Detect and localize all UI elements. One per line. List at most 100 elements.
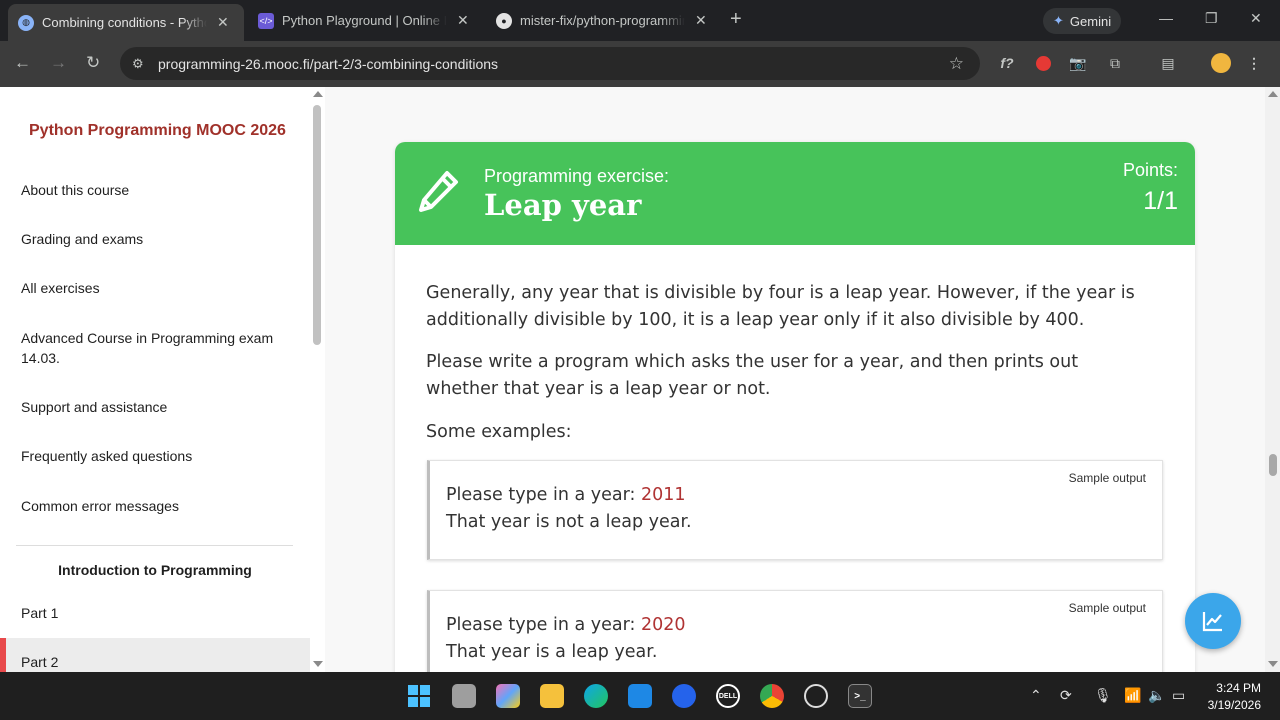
close-icon[interactable]: ✕ bbox=[695, 12, 707, 29]
sample-input: 2011 bbox=[641, 485, 686, 505]
gemini-label: Gemini bbox=[1069, 13, 1112, 29]
more-menu-icon[interactable]: ⋮ bbox=[1244, 53, 1264, 73]
close-icon[interactable]: ✕ bbox=[457, 12, 469, 29]
url-text[interactable]: programming-26.mooc.fi/part-2/3-combinin… bbox=[158, 56, 498, 72]
sample-input: 2020 bbox=[641, 615, 686, 635]
pencil-icon bbox=[419, 171, 458, 212]
progress-chart-button[interactable] bbox=[1185, 593, 1241, 649]
exercise-title: Leap year bbox=[484, 188, 642, 222]
tab-title: Combining conditions - Python bbox=[42, 15, 207, 30]
windows-taskbar: DELL >_ ⌃ ⟳ 🎙 📶 🔈 ▭ 3:24 PM 3/19/2026 bbox=[0, 672, 1280, 720]
scrollbar-thumb[interactable] bbox=[313, 105, 321, 345]
bookmark-star-icon[interactable]: ☆ bbox=[949, 54, 964, 74]
sample-prompt: Please type in a year: bbox=[446, 485, 642, 505]
restore-icon[interactable]: ❐ bbox=[1205, 10, 1218, 27]
extensions-puzzle-icon[interactable]: ⧉ bbox=[1105, 53, 1125, 73]
exercise-description: Generally, any year that is divisible by… bbox=[426, 283, 1135, 330]
sample-output-box: Sample output Please type in a year: 202… bbox=[427, 590, 1163, 672]
volume-icon[interactable]: 🔈 bbox=[1148, 687, 1165, 704]
file-explorer-icon[interactable] bbox=[540, 684, 564, 708]
close-icon[interactable]: ✕ bbox=[217, 14, 229, 31]
github-icon: ● bbox=[496, 12, 512, 29]
exercise-type-label: Programming exercise: bbox=[484, 166, 670, 186]
camera-icon[interactable]: 📷 bbox=[1068, 53, 1088, 73]
obs-icon[interactable] bbox=[804, 684, 828, 708]
scroll-up-icon[interactable] bbox=[1268, 91, 1278, 97]
back-icon[interactable]: ← bbox=[14, 53, 31, 73]
scroll-up-icon[interactable] bbox=[313, 91, 323, 97]
scroll-down-icon[interactable] bbox=[1268, 661, 1278, 667]
globe-icon: ◍ bbox=[18, 14, 34, 31]
sidebar-item-part-2[interactable]: Part 2 bbox=[21, 652, 291, 672]
sample-prompt: Please type in a year: bbox=[446, 615, 642, 635]
sidebar-course-title[interactable]: Python Programming MOOC 2026 bbox=[29, 122, 286, 140]
wifi-icon[interactable]: 📶 bbox=[1124, 687, 1141, 704]
code-icon: </> bbox=[258, 12, 274, 29]
new-tab-button[interactable]: + bbox=[730, 8, 742, 31]
sidebar-item-common-errors[interactable]: Common error messages bbox=[21, 496, 291, 516]
sidebar-item-all-exercises[interactable]: All exercises bbox=[21, 278, 291, 298]
profile-avatar[interactable] bbox=[1211, 53, 1231, 73]
browser-toolbar: ← → ↻ ⚙ programming-26.mooc.fi/part-2/3-… bbox=[0, 41, 1280, 87]
sample-prompt-line: Please type in a year: 2011 bbox=[446, 485, 686, 505]
record-extension-icon[interactable] bbox=[1033, 53, 1053, 73]
forward-icon[interactable]: → bbox=[50, 53, 67, 73]
battery-icon[interactable]: ▭ bbox=[1172, 687, 1185, 704]
microphone-icon[interactable]: 🎙 bbox=[1094, 687, 1112, 704]
sidebar-item-about[interactable]: About this course bbox=[21, 180, 291, 200]
sample-result: That year is a leap year. bbox=[446, 642, 658, 662]
scrollbar-thumb[interactable] bbox=[1269, 454, 1277, 476]
sample-output-label: Sample output bbox=[1068, 471, 1146, 485]
minimize-icon[interactable]: — bbox=[1159, 10, 1173, 26]
sidebar-item-support[interactable]: Support and assistance bbox=[21, 397, 291, 417]
sidebar-divider bbox=[16, 545, 293, 546]
formula-extension-icon[interactable]: f? bbox=[997, 53, 1017, 73]
copilot-icon[interactable] bbox=[496, 684, 520, 708]
scroll-down-icon[interactable] bbox=[313, 661, 323, 667]
browser-tab-python-playground[interactable]: </> Python Playground | Online IDE ✕ bbox=[248, 5, 484, 36]
dell-icon[interactable]: DELL bbox=[716, 684, 740, 708]
sidebar-section-title: Introduction to Programming bbox=[58, 562, 252, 578]
page-viewport: Python Programming MOOC 2026 About this … bbox=[0, 87, 1280, 672]
tray-overflow-chevron-icon[interactable]: ⌃ bbox=[1030, 687, 1042, 704]
exercise-header: Programming exercise: Leap year Points: … bbox=[395, 142, 1195, 245]
task-view-icon[interactable] bbox=[452, 684, 476, 708]
sidebar-item-faq[interactable]: Frequently asked questions bbox=[21, 446, 291, 466]
sidebar-active-indicator bbox=[0, 638, 6, 672]
firefox-icon[interactable] bbox=[672, 684, 696, 708]
browser-tab-combining-conditions[interactable]: ◍ Combining conditions - Python ✕ bbox=[8, 4, 244, 41]
exercise-card: Programming exercise: Leap year Points: … bbox=[395, 142, 1195, 672]
sidebar-item-part-1[interactable]: Part 1 bbox=[21, 603, 291, 623]
address-bar[interactable]: ⚙ programming-26.mooc.fi/part-2/3-combin… bbox=[120, 47, 980, 80]
examples-heading: Some examples: bbox=[426, 422, 572, 442]
course-sidebar: Python Programming MOOC 2026 About this … bbox=[0, 87, 310, 672]
edge-icon[interactable] bbox=[584, 684, 608, 708]
dell-label: DELL bbox=[718, 692, 738, 700]
gemini-sparkle-icon: ✦ bbox=[1053, 13, 1064, 28]
sidebar-scrollbar[interactable] bbox=[310, 87, 325, 672]
browser-tab-github[interactable]: ● mister-fix/python-programming ✕ bbox=[486, 5, 722, 36]
exercise-instructions: Please write a program which asks the us… bbox=[426, 352, 1079, 399]
terminal-icon[interactable]: >_ bbox=[848, 684, 872, 708]
reload-icon[interactable]: ↻ bbox=[86, 53, 100, 73]
mail-icon[interactable] bbox=[628, 684, 652, 708]
tab-strip: ◍ Combining conditions - Python ✕ </> Py… bbox=[0, 0, 1280, 41]
sidebar-item-grading[interactable]: Grading and exams bbox=[21, 229, 291, 249]
points-label: Points: bbox=[1122, 160, 1178, 180]
reading-mode-icon[interactable]: ▤ bbox=[1158, 53, 1178, 73]
sample-output-box: Sample output Please type in a year: 201… bbox=[427, 460, 1163, 560]
page-scrollbar[interactable] bbox=[1265, 87, 1280, 672]
window-close-icon[interactable]: ✕ bbox=[1250, 10, 1262, 27]
system-clock[interactable]: 3:24 PM 3/19/2026 bbox=[1208, 680, 1261, 714]
sidebar-item-advanced-exam[interactable]: Advanced Course in Programming exam 14.0… bbox=[21, 328, 291, 368]
trending-chart-icon bbox=[1202, 612, 1222, 632]
sample-result: That year is not a leap year. bbox=[446, 512, 692, 532]
points-value: 1/1 bbox=[1143, 187, 1178, 215]
gemini-button[interactable]: ✦ Gemini bbox=[1043, 8, 1122, 34]
chrome-icon[interactable] bbox=[760, 684, 784, 708]
sync-icon[interactable]: ⟳ bbox=[1060, 687, 1072, 704]
site-settings-icon[interactable]: ⚙ bbox=[132, 56, 148, 72]
windows-start-icon[interactable] bbox=[407, 684, 431, 708]
clock-date: 3/19/2026 bbox=[1207, 698, 1261, 712]
clock-time: 3:24 PM bbox=[1216, 681, 1261, 695]
